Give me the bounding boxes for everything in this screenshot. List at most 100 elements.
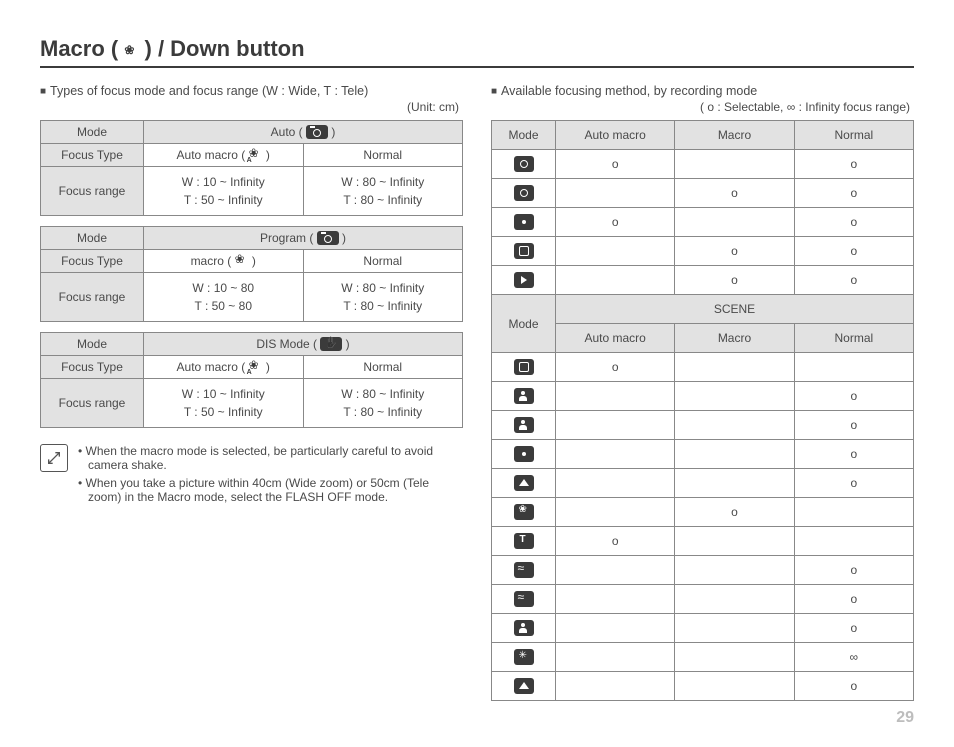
cell: o <box>794 469 913 498</box>
table-row: o <box>492 614 914 643</box>
mode-icon-cell <box>492 382 556 411</box>
table-row: o <box>492 527 914 556</box>
cell: o <box>675 179 794 208</box>
cell <box>675 672 794 701</box>
note-box: When the macro mode is selected, be part… <box>40 444 463 508</box>
cell: o <box>794 150 913 179</box>
left-column: ■Types of focus mode and focus range (W … <box>40 84 463 701</box>
scene-sunset-icon <box>514 562 534 578</box>
program-type-b: Normal <box>303 250 463 273</box>
mode-auto-text: Auto ( <box>271 125 303 139</box>
cell <box>556 469 675 498</box>
method-table: Mode Auto macro Macro Normal o o o o o <box>491 120 914 701</box>
hdr-scene: SCENE <box>556 295 914 324</box>
cell <box>794 353 913 382</box>
auto-range-a: W : 10 ~ Infinity T : 50 ~ Infinity <box>144 167 304 216</box>
page-title: Macro ( ) / Down button <box>40 36 914 68</box>
cell <box>675 440 794 469</box>
cell <box>675 614 794 643</box>
mode-icon-cell <box>492 527 556 556</box>
dis-type-b: Normal <box>303 356 463 379</box>
auto-icon <box>514 156 534 172</box>
dis-range-a-w: W : 10 ~ Infinity <box>182 387 265 401</box>
dis-icon <box>514 214 534 230</box>
cell <box>675 527 794 556</box>
cell: o <box>675 266 794 295</box>
hdr-macro: Macro <box>675 324 794 353</box>
cell <box>675 208 794 237</box>
hdr-auto-macro: Auto macro <box>556 324 675 353</box>
bullet-square-icon: ■ <box>491 86 497 97</box>
table-row: o <box>492 411 914 440</box>
program-range-b: W : 80 ~ Infinity T : 80 ~ Infinity <box>303 273 463 322</box>
mode-icon-cell <box>492 614 556 643</box>
dis-mode-icon <box>320 337 342 351</box>
focus-table-program: Mode Program ( ) Focus Type macro ( ) No… <box>40 226 463 322</box>
table-row: o <box>492 585 914 614</box>
mode-icon-cell <box>492 208 556 237</box>
label-focus-type: Focus Type <box>41 250 144 273</box>
label-focus-type: Focus Type <box>41 144 144 167</box>
program-range-a-t: T : 50 ~ 80 <box>195 299 253 313</box>
dis-type-a-text: Auto macro ( <box>177 360 246 374</box>
cell <box>556 672 675 701</box>
label-focus-range: Focus range <box>41 379 144 428</box>
hdr-normal: Normal <box>794 121 913 150</box>
cell <box>556 411 675 440</box>
mode-icon-cell <box>492 237 556 266</box>
program-range-b-w: W : 80 ~ Infinity <box>341 281 424 295</box>
cell: o <box>794 556 913 585</box>
program-range-b-t: T : 80 ~ Infinity <box>343 299 422 313</box>
mode-icon-cell <box>492 179 556 208</box>
cell <box>556 382 675 411</box>
mode-icon-cell <box>492 556 556 585</box>
scene-night-icon <box>514 446 534 462</box>
cell: o <box>794 266 913 295</box>
cell <box>556 266 675 295</box>
unit-label: (Unit: cm) <box>40 100 459 114</box>
scene-beach-icon <box>514 678 534 694</box>
cell: o <box>556 150 675 179</box>
cell: o <box>556 527 675 556</box>
auto-type-a-text: Auto macro ( <box>177 148 246 162</box>
cell <box>556 237 675 266</box>
label-focus-range: Focus range <box>41 273 144 322</box>
program-type-a-text: macro ( <box>191 254 232 268</box>
auto-type-b: Normal <box>303 144 463 167</box>
hdr-normal: Normal <box>794 324 913 353</box>
table-row: o <box>492 469 914 498</box>
program-mode-icon <box>317 231 339 245</box>
auto-mode-icon <box>306 125 328 139</box>
table-row: o <box>492 353 914 382</box>
cell: o <box>556 353 675 382</box>
mode-auto: Auto ( ) <box>144 121 463 144</box>
mode-icon-cell <box>492 585 556 614</box>
program-type-a: macro ( ) <box>144 250 304 273</box>
table-row: o o <box>492 266 914 295</box>
cell: o <box>794 614 913 643</box>
auto-range-b-w: W : 80 ~ Infinity <box>341 175 424 189</box>
scene-backlight-icon <box>514 620 534 636</box>
note-icon <box>40 444 68 472</box>
macro-flower-icon <box>235 254 249 268</box>
scene-portrait-icon <box>514 388 534 404</box>
scene-text-icon <box>514 533 534 549</box>
right-heading-text: Available focusing method, by recording … <box>501 84 757 98</box>
label-mode: Mode <box>41 121 144 144</box>
cell: ∞ <box>794 643 913 672</box>
auto-type-a: Auto macro ( ) <box>144 144 304 167</box>
cell: o <box>794 672 913 701</box>
table-row: o o <box>492 208 914 237</box>
cell <box>556 440 675 469</box>
mode-icon-cell <box>492 440 556 469</box>
dual-icon <box>514 243 534 259</box>
cell <box>675 643 794 672</box>
label-mode: Mode <box>41 333 144 356</box>
dis-range-b-t: T : 80 ~ Infinity <box>343 405 422 419</box>
mode-dis-text: DIS Mode ( <box>256 337 317 351</box>
program-range-a-w: W : 10 ~ 80 <box>192 281 254 295</box>
mode-program-text: Program ( <box>260 231 313 245</box>
cell <box>675 469 794 498</box>
scene-dawn-icon <box>514 591 534 607</box>
hdr-macro: Macro <box>675 121 794 150</box>
